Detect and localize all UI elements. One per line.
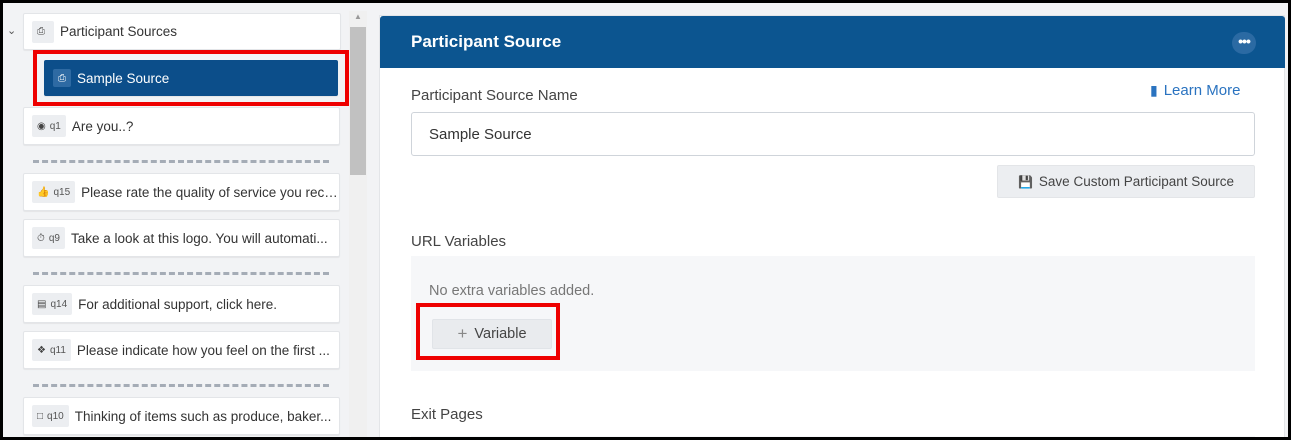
participant-source-icon: ⎙	[32, 20, 54, 43]
exit-pages-label: Exit Pages	[411, 406, 483, 423]
chevron-down-icon[interactable]: ⌄	[7, 25, 19, 37]
source-name-label: Participant Source Name	[411, 87, 578, 104]
question-badge: ◉ q1	[32, 115, 66, 137]
question-badge: ⏱ q9	[32, 227, 65, 249]
thumbs-up-icon: 👍	[37, 186, 50, 198]
sample-source-label: Sample Source	[77, 70, 170, 86]
question-text: Take a look at this logo. You will autom…	[70, 230, 328, 246]
sample-source-item[interactable]: ⎙ Sample Source	[44, 60, 338, 96]
participant-sources-group[interactable]: ⎙ Participant Sources	[23, 13, 341, 50]
source-name-input[interactable]	[411, 112, 1255, 156]
learn-more-label: Learn More	[1163, 82, 1241, 99]
question-item-q10[interactable]: □ q10 Thinking of items such as produce, …	[23, 397, 340, 435]
exit-pages-box	[411, 436, 1255, 437]
question-badge: ❖ q11	[32, 339, 71, 361]
add-variable-button[interactable]: + Variable	[432, 319, 552, 349]
participant-source-editor: Participant Source ••• Participant Sourc…	[379, 15, 1285, 437]
add-variable-label: Variable	[474, 326, 527, 342]
participant-sources-label: Participant Sources	[60, 24, 178, 39]
question-text: Please indicate how you feel on the firs…	[76, 342, 330, 358]
question-text: For additional support, click here.	[78, 296, 277, 312]
page-break-divider	[33, 384, 329, 387]
save-icon: 💾	[1017, 174, 1033, 189]
url-variables-box: No extra variables added. + Variable	[411, 256, 1255, 371]
participant-source-icon: ⎙	[53, 69, 71, 87]
book-icon: ▮	[1150, 82, 1158, 98]
question-text: Are you..?	[71, 118, 134, 134]
question-item-q14[interactable]: ▤ q14 For additional support, click here.	[23, 285, 340, 323]
grid-icon: ❖	[37, 344, 46, 356]
more-options-button[interactable]: •••	[1232, 32, 1256, 54]
scrollbar-thumb[interactable]	[350, 27, 366, 175]
survey-outline-panel: ⌄ ⎙ Participant Sources ⎙ Sample Source …	[3, 3, 369, 437]
text-block-icon: ▤	[37, 298, 47, 310]
radio-icon: ◉	[37, 120, 46, 132]
question-badge: 👍 q15	[32, 181, 76, 203]
page-break-divider	[33, 272, 329, 275]
question-item-q9[interactable]: ⏱ q9 Take a look at this logo. You will a…	[23, 219, 340, 257]
question-text: Thinking of items such as produce, baker…	[74, 408, 332, 424]
app-frame: ⌄ ⎙ Participant Sources ⎙ Sample Source …	[0, 0, 1291, 440]
comment-icon: □	[37, 410, 44, 422]
question-text: Please rate the quality of service you r…	[81, 184, 339, 200]
question-badge: □ q10	[32, 405, 69, 427]
question-item-q15[interactable]: 👍 q15 Please rate the quality of service …	[23, 173, 340, 211]
no-variables-text: No extra variables added.	[429, 283, 595, 299]
question-badge: ▤ q14	[32, 293, 73, 315]
scroll-up-arrow-icon[interactable]: ▲	[353, 13, 363, 21]
question-item-q1[interactable]: ◉ q1 Are you..?	[23, 107, 340, 145]
learn-more-link[interactable]: ▮ Learn More	[1150, 82, 1240, 99]
timer-icon: ⏱	[37, 232, 45, 244]
editor-header: Participant Source •••	[380, 16, 1285, 68]
question-item-q11[interactable]: ❖ q11 Please indicate how you feel on the…	[23, 331, 340, 369]
plus-icon: +	[457, 324, 468, 343]
page-break-divider	[33, 160, 329, 163]
editor-title: Participant Source	[411, 32, 562, 51]
url-variables-label: URL Variables	[411, 233, 507, 250]
save-button-label: Save Custom Participant Source	[1038, 174, 1235, 189]
save-custom-source-button[interactable]: 💾 Save Custom Participant Source	[997, 165, 1255, 198]
